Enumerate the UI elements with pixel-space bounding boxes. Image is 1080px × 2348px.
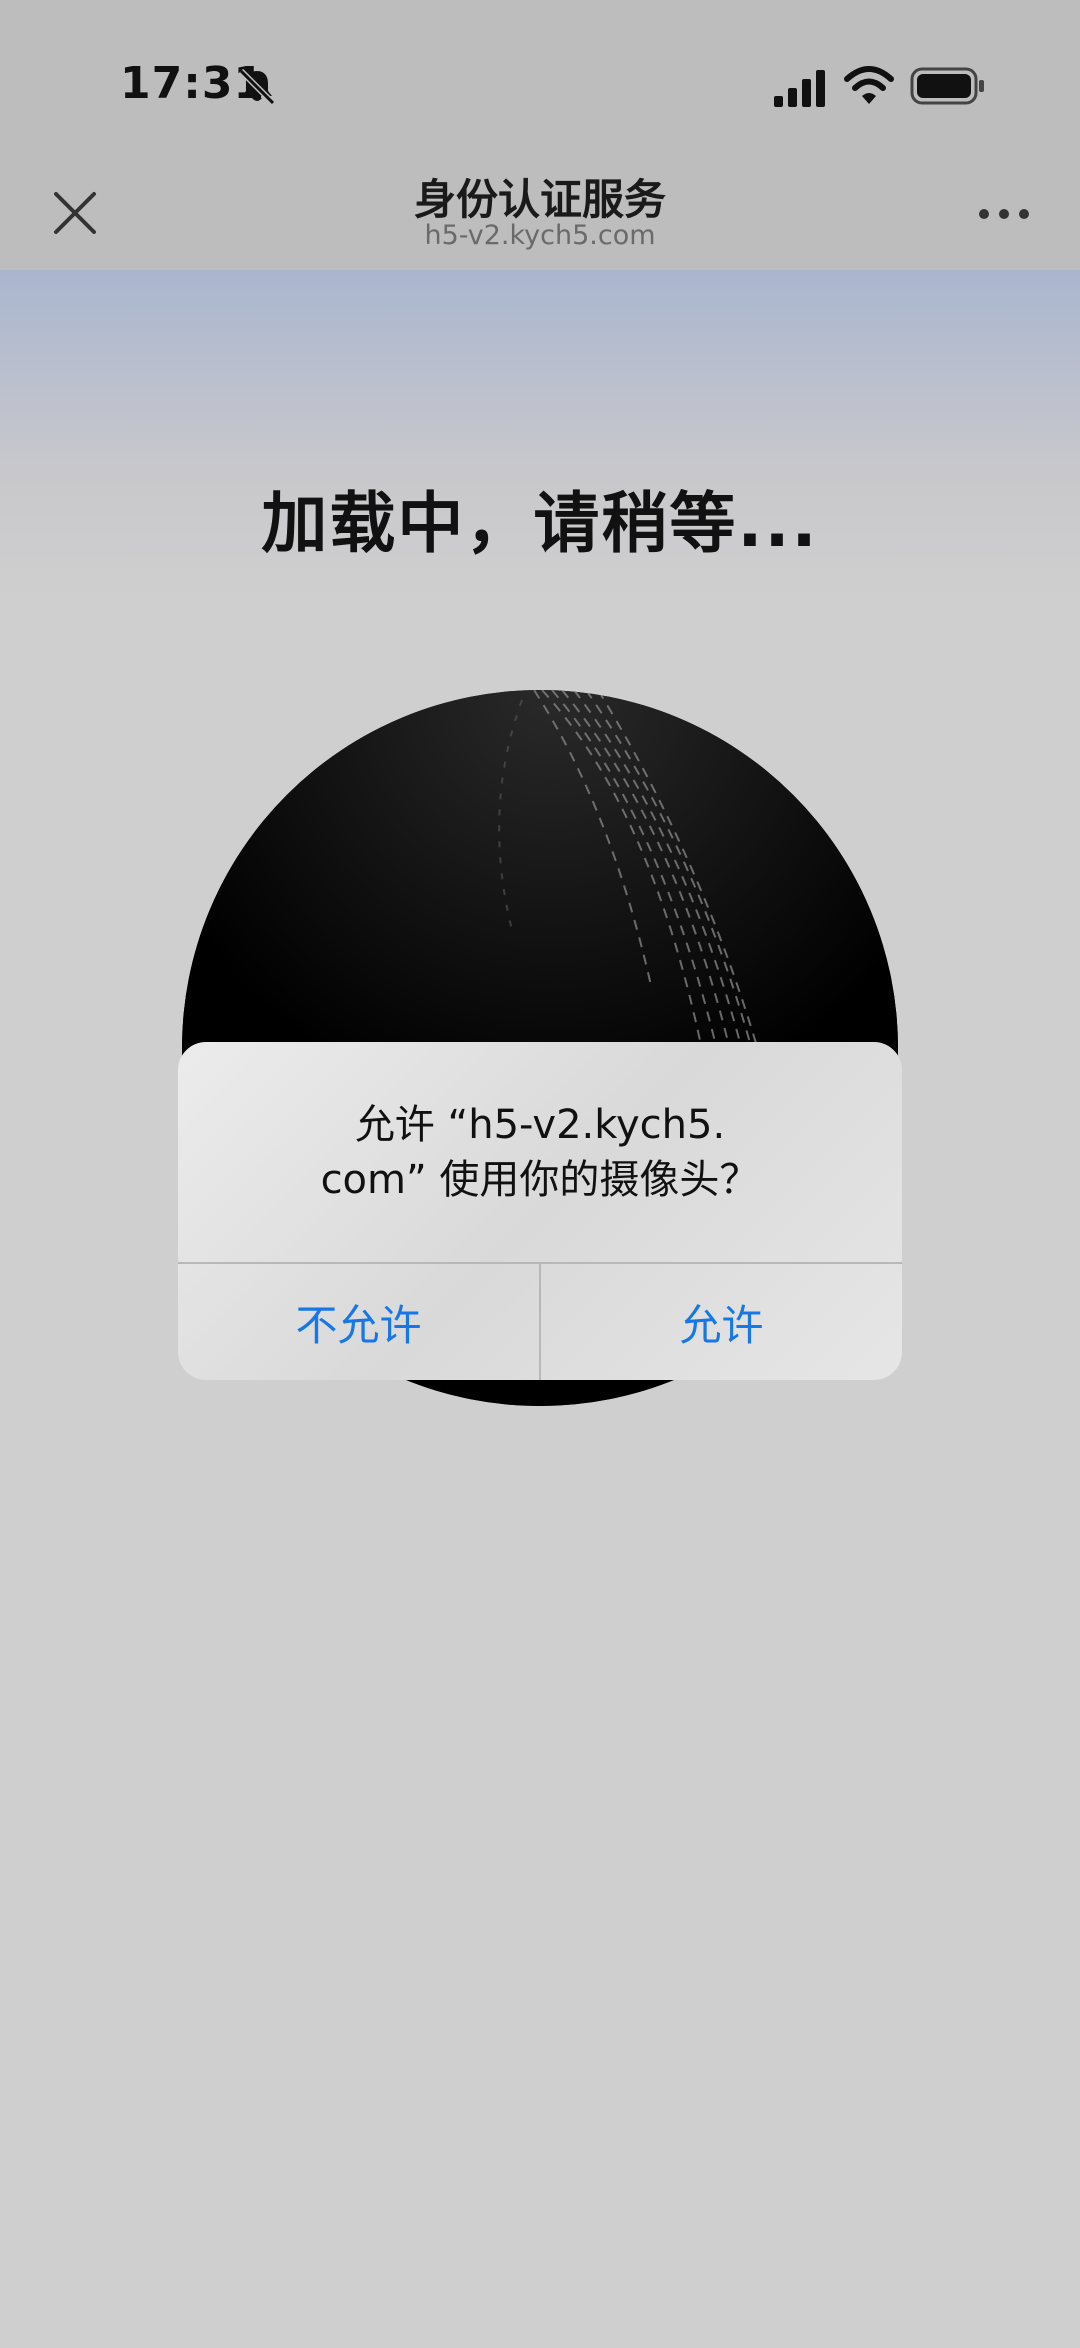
status-bar: 17:31 xyxy=(0,0,1080,160)
battery-icon xyxy=(910,67,984,105)
nav-bar: 身份认证服务 h5-v2.kych5.com xyxy=(0,160,1080,270)
page-url: h5-v2.kych5.com xyxy=(424,220,656,251)
loading-text: 加载中，请稍等... xyxy=(261,485,819,562)
camera-permission-alert: 允许 “h5-v2.kych5. com” 使用你的摄像头？ 不允许 允许 xyxy=(178,1042,902,1380)
alert-message: 允许 “h5-v2.kych5. com” 使用你的摄像头？ xyxy=(208,1098,872,1208)
more-icon[interactable] xyxy=(976,202,1032,226)
bell-slash-icon xyxy=(238,68,276,106)
allow-button[interactable]: 允许 xyxy=(541,1264,902,1380)
page-title: 身份认证服务 xyxy=(413,175,666,224)
deny-button[interactable]: 不允许 xyxy=(178,1264,539,1380)
wifi-icon xyxy=(844,66,894,104)
alert-message-line-1: 允许 “h5-v2.kych5. xyxy=(354,1102,726,1148)
cellular-signal-icon xyxy=(774,70,825,107)
alert-message-line-2: com” 使用你的摄像头？ xyxy=(320,1157,760,1203)
